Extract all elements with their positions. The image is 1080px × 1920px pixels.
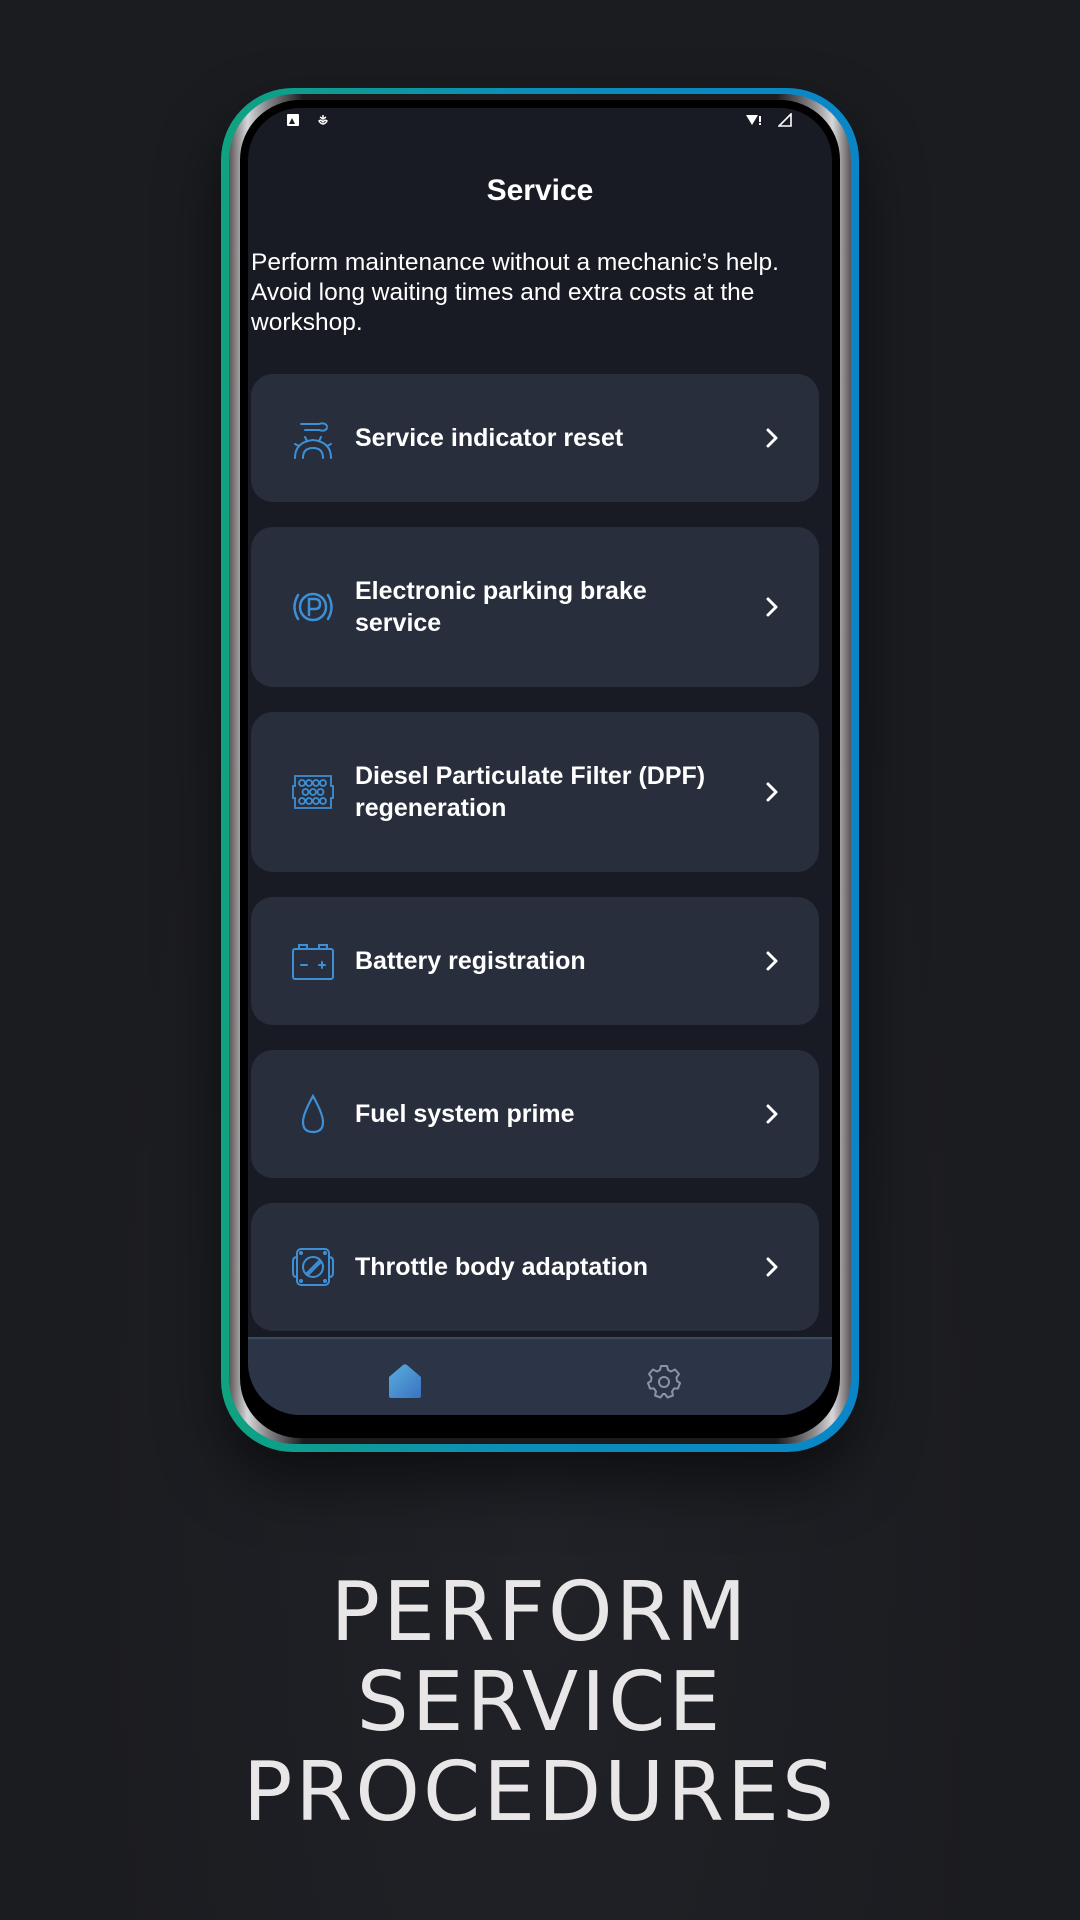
item-label: Service indicator reset	[355, 424, 624, 452]
page-description: Perform maintenance without a mechanic’s…	[251, 249, 779, 336]
image-notification-icon	[287, 114, 299, 126]
home-icon[interactable]	[387, 1363, 423, 1399]
chevron-right-icon	[766, 1104, 778, 1124]
chevron-right-icon	[766, 782, 778, 802]
list-item-service-indicator-reset[interactable]: Service indicator reset	[251, 374, 819, 502]
page-title: Service	[486, 174, 594, 207]
fuel-drop-icon	[301, 1093, 325, 1134]
headline-line-2: SERVICE	[356, 1655, 724, 1750]
chevron-right-icon	[766, 597, 778, 617]
list-item-fuel-system-prime[interactable]: Fuel system prime	[251, 1050, 819, 1178]
item-label: Throttle body adaptation	[355, 1253, 649, 1281]
item-label: Fuel system prime	[355, 1100, 575, 1128]
promo-headline: PERFORM SERVICE PROCEDURES	[0, 1568, 1080, 1838]
dpf-filter-icon	[292, 775, 334, 809]
throttle-body-icon	[292, 1248, 334, 1286]
item-label: Electronic parking brake service	[355, 577, 647, 637]
promo-page: Service Perform maintenance without a me…	[0, 0, 1080, 1920]
gear-icon[interactable]	[646, 1363, 682, 1399]
phone-screen: Service Perform maintenance without a me…	[248, 108, 832, 1415]
chevron-right-icon	[766, 951, 778, 971]
status-bar	[248, 108, 832, 132]
parking-brake-icon	[293, 592, 333, 622]
list-item-electronic-parking-brake[interactable]: Electronic parking brake service	[251, 527, 819, 687]
item-label: Battery registration	[355, 947, 586, 975]
bottom-navigation	[248, 1337, 832, 1415]
battery-icon	[292, 944, 334, 980]
chevron-right-icon	[766, 1257, 778, 1277]
list-item-dpf-regeneration[interactable]: Diesel Particulate Filter (DPF) regenera…	[251, 712, 819, 872]
chevron-right-icon	[766, 428, 778, 448]
download-notification-icon	[318, 115, 328, 125]
list-item-battery-registration[interactable]: Battery registration	[251, 897, 819, 1025]
cellular-signal-icon	[778, 113, 792, 127]
headline-line-3: PROCEDURES	[242, 1745, 838, 1840]
wrench-gear-icon	[294, 422, 332, 459]
wifi-alert-icon	[746, 115, 761, 125]
list-item-throttle-body-adaptation[interactable]: Throttle body adaptation	[251, 1203, 819, 1331]
headline-line-1: PERFORM	[330, 1565, 750, 1660]
item-label: Diesel Particulate Filter (DPF) regenera…	[355, 762, 706, 822]
